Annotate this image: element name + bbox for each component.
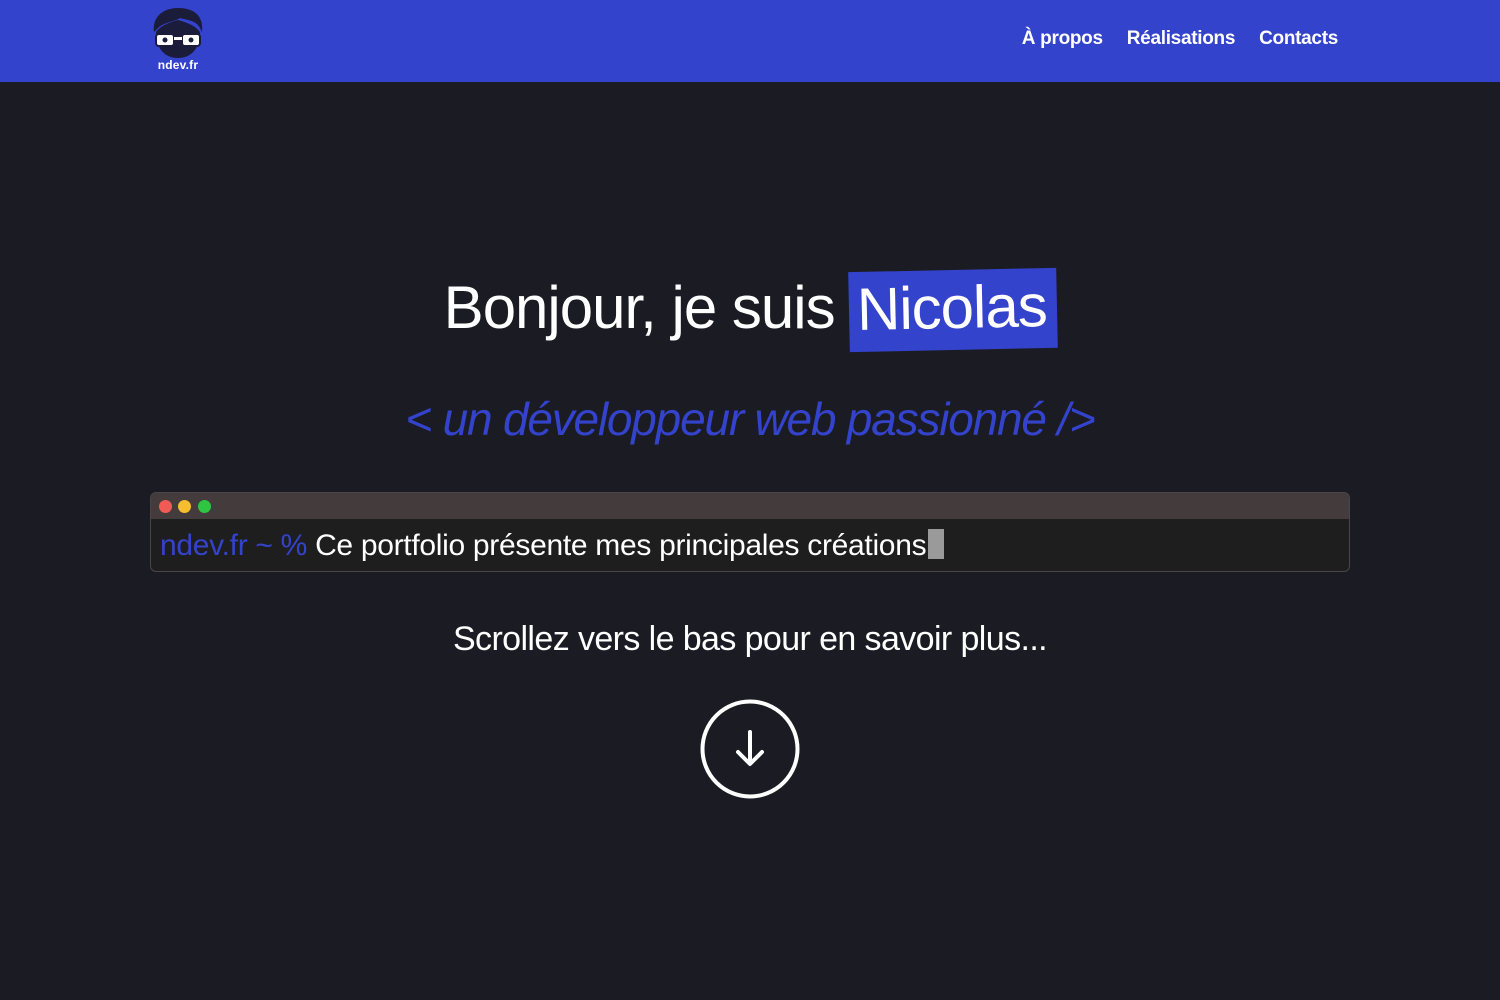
scroll-hint-text: Scrollez vers le bas pour en savoir plus… — [452, 620, 1048, 658]
terminal-line: ndev.fr ~ % Ce portfolio présente mes pri… — [160, 529, 945, 563]
close-dot-icon — [159, 500, 172, 513]
logo-text: ndev.fr — [157, 58, 199, 72]
arrow-down-circle-icon — [700, 699, 800, 799]
nav-link-a-propos[interactable]: À propos — [1022, 28, 1103, 50]
scroll-down-button[interactable] — [700, 699, 800, 799]
hero-greeting: Bonjour, je suis — [443, 274, 836, 341]
terminal-prompt: ndev.fr ~ % — [160, 529, 308, 562]
avatar-with-glasses-icon — [153, 8, 203, 58]
terminal-text: Ce portfolio présente mes principales cr… — [315, 529, 927, 562]
hero-title: Bonjour, je suis Nicolas — [0, 267, 1500, 353]
minimize-dot-icon — [178, 500, 191, 513]
nav-link-realisations[interactable]: Réalisations — [1127, 28, 1236, 50]
hero-subtitle: < un développeur web passionné /> — [405, 393, 1095, 445]
hero-name-highlight: Nicolas — [847, 267, 1058, 353]
top-navbar: ndev.fr À propos Réalisations Contacts — [0, 0, 1500, 82]
terminal-cursor — [928, 529, 945, 559]
nav-link-contacts[interactable]: Contacts — [1259, 28, 1338, 50]
site-logo[interactable]: ndev.fr — [146, 6, 210, 76]
terminal-window: ndev.fr ~ % Ce portfolio présente mes pri… — [150, 492, 1350, 572]
main-nav: À propos Réalisations Contacts — [1022, 28, 1339, 50]
terminal-title-bar — [151, 493, 1349, 519]
maximize-dot-icon — [198, 500, 211, 513]
